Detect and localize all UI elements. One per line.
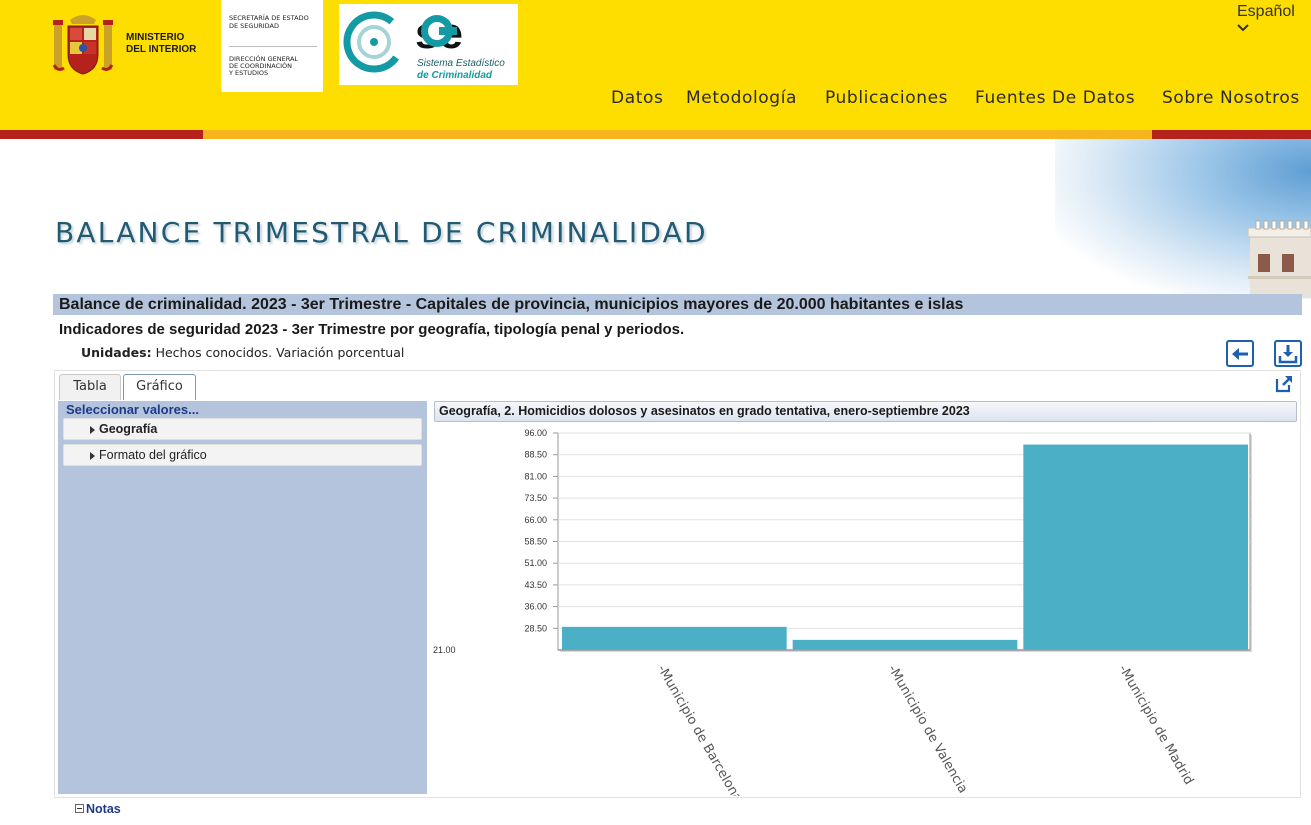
back-button[interactable] (1226, 340, 1254, 367)
sec-subtitle: Sistema Estadístico (417, 58, 505, 69)
y-tick-label: 88.50 (524, 450, 547, 460)
chart-header: Geografía, 2. Homicidios dolosos y asesi… (434, 401, 1297, 422)
nav-datos[interactable]: Datos (611, 88, 663, 112)
caret-right-icon (90, 426, 95, 434)
bar (792, 639, 1018, 650)
sec-c-icon (421, 15, 457, 47)
units-label: Unidades: (81, 345, 152, 360)
accordion-geografia[interactable]: Geografía (63, 418, 422, 440)
back-arrow-icon (1232, 348, 1248, 360)
bar (1023, 444, 1248, 650)
y-tick-label: 51.00 (524, 558, 547, 568)
sec-wordmark: se (415, 10, 463, 58)
caret-right-icon (90, 452, 95, 460)
download-icon (1278, 345, 1298, 364)
header-color-bar (0, 130, 1311, 139)
sec-circle-icon (343, 11, 405, 73)
accordion-label: Formato del gráfico (99, 448, 207, 462)
units-line: Unidades: Hechos conocidos. Variación po… (81, 345, 404, 360)
y-tick-label: 43.50 (524, 580, 547, 590)
y-tick-label: 28.50 (524, 623, 547, 633)
y-tick-label: 21.00 (433, 645, 456, 655)
y-tick-label: 73.50 (524, 493, 547, 503)
coat-of-arms-icon (52, 15, 114, 75)
sec-logo[interactable]: se Sistema Estadístico de Criminalidad (339, 4, 518, 85)
chevron-down-icon (1237, 24, 1249, 32)
site-header: MINISTERIO DEL INTERIOR SECRETARÍA DE ES… (0, 0, 1311, 130)
language-selector[interactable]: Español (1237, 3, 1311, 39)
notes-toggle[interactable]: Notas (75, 802, 121, 816)
nav-fuentes-de-datos[interactable]: Fuentes De Datos (975, 88, 1135, 112)
y-tick-label: 36.00 (524, 602, 547, 612)
accordion-label: Geografía (99, 422, 158, 436)
tab-grafico[interactable]: Gráfico (123, 374, 196, 400)
table-subtitle: Indicadores de seguridad 2023 - 3er Trim… (59, 321, 685, 338)
page-title: BALANCE TRIMESTRAL DE CRIMINALIDAD (55, 216, 708, 249)
ministry-logo[interactable]: MINISTERIO DEL INTERIOR (50, 10, 220, 80)
notes-label: Notas (86, 802, 121, 816)
y-tick-label: 81.00 (524, 471, 547, 481)
x-tick-label: -Municipio de Barcelona (654, 663, 745, 797)
x-tick-label: -Municipio de Valencia (885, 663, 971, 797)
nav-publicaciones[interactable]: Publicaciones (825, 88, 948, 112)
collapse-icon (75, 804, 84, 813)
bar-chart: 96.00 88.50 81.00 73.50 66.00 58.50 51.00 43.50… (433, 428, 1252, 797)
ministry-label: MINISTERIO DEL INTERIOR (126, 32, 197, 55)
y-tick-label: 96.00 (524, 428, 547, 438)
nav-metodologia[interactable]: Metodología (686, 88, 797, 112)
table-title: Balance de criminalidad. 2023 - 3er Trim… (53, 294, 1302, 315)
nav-sobre-nosotros[interactable]: Sobre Nosotros (1162, 88, 1300, 112)
direccion-label: DIRECCIÓN GENERAL DE COORDINACIÓN Y ESTU… (229, 55, 299, 77)
secretaria-logo[interactable]: SECRETARÍA DE ESTADO DE SEGURIDAD DIRECC… (221, 0, 323, 92)
bar (562, 626, 787, 650)
x-tick-label: -Municipio de Madrid (1115, 663, 1196, 788)
accordion-formato-grafico[interactable]: Formato del gráfico (63, 444, 422, 466)
y-tick-label: 58.50 (524, 537, 547, 547)
secretaria-label: SECRETARÍA DE ESTADO DE SEGURIDAD (229, 14, 309, 30)
tab-tabla[interactable]: Tabla (59, 374, 121, 400)
building-image (1248, 220, 1311, 298)
divider (229, 46, 317, 47)
download-button[interactable] (1274, 340, 1302, 367)
select-values-label: Seleccionar valores... (66, 402, 199, 417)
language-label: Español (1237, 3, 1295, 20)
y-tick-label: 66.00 (524, 515, 547, 525)
units-value: Hechos conocidos. Variación porcentual (155, 345, 405, 360)
sec-subtitle-bold: de Criminalidad (417, 70, 493, 81)
